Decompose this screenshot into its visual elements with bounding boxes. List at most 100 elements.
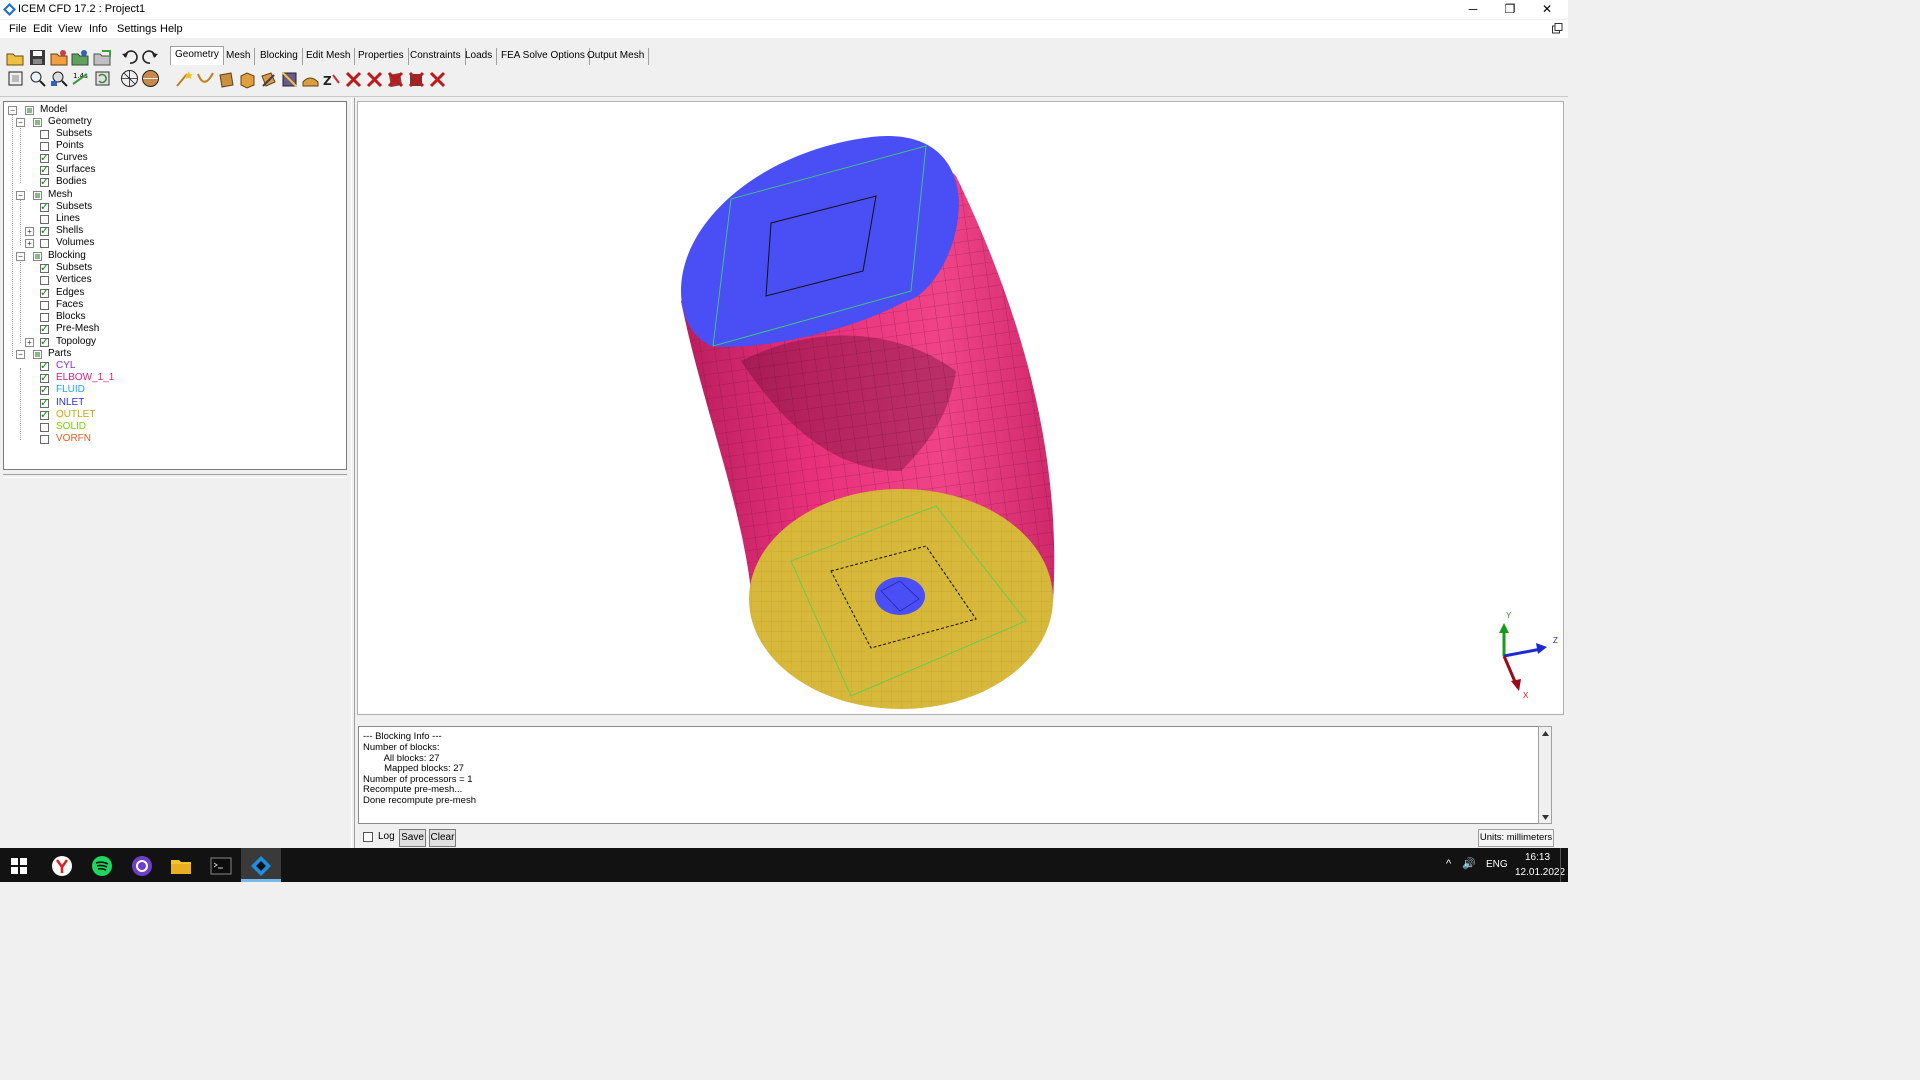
tray-overflow-icon[interactable]: ^ bbox=[1446, 858, 1451, 870]
collapse-toggle-icon[interactable]: − bbox=[8, 106, 17, 115]
expand-toggle-icon[interactable]: + bbox=[25, 227, 34, 236]
collapse-toggle-icon[interactable]: − bbox=[16, 118, 25, 127]
restore-button[interactable]: ❐ bbox=[1491, 0, 1529, 19]
create-surface-icon[interactable] bbox=[217, 70, 236, 89]
tab-output-mesh[interactable]: Output Mesh bbox=[583, 48, 650, 65]
lines-checkbox[interactable] bbox=[40, 215, 49, 224]
save-button[interactable]: Save bbox=[399, 829, 426, 847]
expand-toggle-icon[interactable]: + bbox=[25, 239, 34, 248]
scroll-down-icon[interactable] bbox=[1541, 813, 1550, 822]
menu-info[interactable]: Info bbox=[89, 23, 107, 35]
vertical-splitter[interactable] bbox=[351, 98, 355, 848]
fit-window-icon[interactable] bbox=[6, 69, 25, 88]
bodies-checkbox[interactable] bbox=[40, 175, 49, 188]
restore-dormant-icon[interactable] bbox=[301, 70, 320, 89]
delete-curve-icon[interactable] bbox=[365, 70, 384, 89]
tab-properties[interactable]: Properties bbox=[354, 48, 409, 65]
blocks-checkbox[interactable] bbox=[40, 313, 49, 322]
create-point-icon[interactable] bbox=[174, 70, 193, 89]
redo-icon[interactable] bbox=[141, 48, 160, 67]
log-checkbox[interactable] bbox=[363, 832, 373, 842]
vertices-checkbox[interactable] bbox=[40, 276, 49, 285]
subsets-checkbox[interactable] bbox=[40, 200, 49, 213]
minimize-button[interactable]: ─ bbox=[1454, 0, 1492, 19]
panel-splitter[interactable] bbox=[3, 474, 347, 478]
edges-checkbox[interactable] bbox=[40, 286, 49, 299]
geometry-checkbox[interactable] bbox=[33, 118, 42, 127]
collapse-toggle-icon[interactable]: − bbox=[16, 350, 25, 359]
solid-icon[interactable] bbox=[141, 69, 160, 88]
create-curve-icon[interactable] bbox=[196, 70, 215, 89]
subsets-checkbox[interactable] bbox=[40, 130, 49, 139]
solid-checkbox[interactable] bbox=[40, 423, 49, 432]
menu-file[interactable]: File bbox=[9, 23, 27, 35]
tab-mesh[interactable]: Mesh bbox=[222, 48, 256, 65]
points-checkbox[interactable] bbox=[40, 142, 49, 151]
faces-checkbox[interactable] bbox=[40, 301, 49, 310]
windows-start-icon[interactable] bbox=[11, 858, 27, 874]
icem-taskbar-icon[interactable] bbox=[241, 851, 281, 881]
delete-body-icon[interactable] bbox=[407, 70, 426, 89]
float-window-icon[interactable] bbox=[1552, 23, 1563, 34]
message-scrollbar[interactable] bbox=[1538, 726, 1552, 824]
github-desktop-icon[interactable] bbox=[122, 851, 162, 881]
elbow-checkbox[interactable] bbox=[40, 371, 49, 384]
zoom-box-icon[interactable] bbox=[28, 69, 47, 88]
repair-geometry-icon[interactable] bbox=[259, 70, 278, 89]
geometry-transform-icon[interactable] bbox=[280, 70, 299, 89]
menu-help[interactable]: Help bbox=[160, 23, 183, 35]
clock-time[interactable]: 16:13 bbox=[1525, 852, 1550, 863]
delete-any-entity-icon[interactable] bbox=[428, 70, 447, 89]
surfaces-checkbox[interactable] bbox=[40, 163, 49, 176]
clear-button[interactable]: Clear bbox=[429, 829, 456, 847]
yandex-browser-icon[interactable] bbox=[42, 851, 82, 881]
spotify-icon[interactable] bbox=[82, 851, 122, 881]
create-body-icon[interactable] bbox=[238, 70, 257, 89]
menu-edit[interactable]: Edit bbox=[33, 23, 52, 35]
delete-surface-icon[interactable] bbox=[386, 70, 405, 89]
save-geometry-icon[interactable] bbox=[71, 48, 90, 67]
refresh-icon[interactable] bbox=[93, 69, 112, 88]
tab-geometry[interactable]: Geometry bbox=[170, 46, 224, 65]
open-project-icon[interactable] bbox=[6, 48, 25, 67]
clock-date[interactable]: 12.01.2022 bbox=[1515, 867, 1565, 878]
sleep-icon[interactable]: Z bbox=[322, 70, 341, 89]
wireframe-icon[interactable] bbox=[120, 69, 139, 88]
menu-settings[interactable]: Settings bbox=[117, 23, 157, 35]
show-desktop-button[interactable] bbox=[1560, 848, 1568, 882]
message-window[interactable]: --- Blocking Info --- Number of blocks: … bbox=[358, 726, 1552, 824]
fluid-checkbox[interactable] bbox=[40, 383, 49, 396]
tab-edit-mesh[interactable]: Edit Mesh bbox=[302, 48, 356, 65]
subsets-checkbox[interactable] bbox=[40, 261, 49, 274]
tab-blocking[interactable]: Blocking bbox=[256, 48, 303, 65]
vorfn-checkbox[interactable] bbox=[40, 435, 49, 444]
measure-icon[interactable] bbox=[50, 69, 69, 88]
distance-icon[interactable]: 1.4s bbox=[71, 69, 90, 88]
open-geometry-icon[interactable] bbox=[50, 48, 69, 67]
pre-mesh-checkbox[interactable] bbox=[40, 322, 49, 335]
open-blocking-icon[interactable] bbox=[93, 48, 112, 67]
file-explorer-icon[interactable] bbox=[161, 851, 201, 881]
volumes-checkbox[interactable] bbox=[40, 239, 49, 248]
scroll-up-icon[interactable] bbox=[1541, 729, 1550, 738]
curves-checkbox[interactable] bbox=[40, 151, 49, 164]
cyl-checkbox[interactable] bbox=[40, 359, 49, 372]
model-checkbox[interactable] bbox=[25, 106, 34, 115]
tab-constraints[interactable]: Constraints bbox=[406, 48, 466, 65]
collapse-toggle-icon[interactable]: − bbox=[16, 191, 25, 200]
blocking-checkbox[interactable] bbox=[33, 252, 42, 261]
outlet-checkbox[interactable] bbox=[40, 408, 49, 421]
mesh-checkbox[interactable] bbox=[33, 191, 42, 200]
expand-toggle-icon[interactable]: + bbox=[25, 338, 34, 347]
delete-point-icon[interactable] bbox=[344, 70, 363, 89]
terminal-icon[interactable] bbox=[201, 851, 241, 881]
language-indicator[interactable]: ENG bbox=[1486, 859, 1508, 870]
topology-checkbox[interactable] bbox=[40, 335, 49, 348]
shells-checkbox[interactable] bbox=[40, 224, 49, 237]
graphics-viewport[interactable]: Y Z X bbox=[357, 101, 1564, 715]
collapse-toggle-icon[interactable]: − bbox=[16, 252, 25, 261]
parts-checkbox[interactable] bbox=[33, 350, 42, 359]
tab-fea-solve-options[interactable]: FEA Solve Options bbox=[497, 48, 590, 65]
inlet-checkbox[interactable] bbox=[40, 396, 49, 409]
close-button[interactable]: ✕ bbox=[1528, 0, 1566, 19]
